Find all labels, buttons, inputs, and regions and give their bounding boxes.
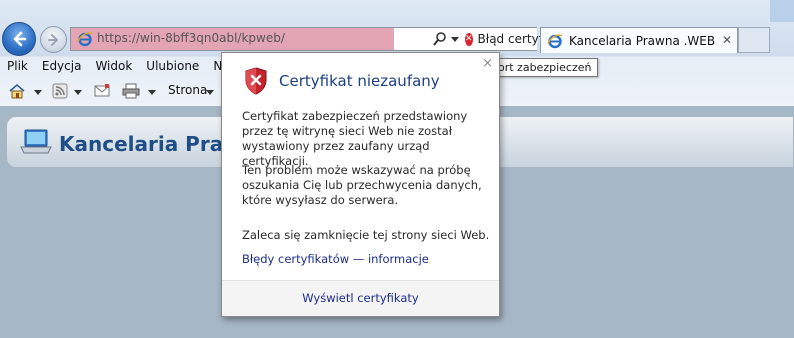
shield-error-icon [245, 67, 267, 95]
new-tab-button[interactable] [738, 27, 770, 53]
back-button[interactable] [2, 22, 36, 56]
menu-plik[interactable]: Plik [0, 57, 35, 75]
address-dropdown-icon[interactable] [451, 37, 459, 42]
ie-page-icon [547, 33, 563, 48]
search-icon[interactable] [433, 31, 447, 47]
tab-title: Kancelaria Prawna .WEB [569, 33, 716, 48]
popup-paragraph-1: Certyfikat zabezpieczeń przedstawiony pr… [242, 109, 468, 168]
forward-arrow-icon [47, 33, 58, 46]
address-url-text[interactable]: https://win-8bff3qn0abl/kpweb/ [97, 31, 285, 45]
print-icon[interactable] [122, 83, 140, 99]
tooltip-security-report: ort zabezpieczeń [489, 58, 599, 77]
rss-feed-icon[interactable] [52, 83, 68, 99]
laptop-icon [20, 129, 52, 154]
tab-kancelaria[interactable]: Kancelaria Prawna .WEB ✕ [540, 27, 738, 53]
print-dropdown-icon[interactable] [148, 90, 156, 95]
address-bar[interactable]: https://win-8bff3qn0abl/kpweb/ ✕ Błąd ce… [70, 27, 601, 51]
tab-close-icon[interactable]: ✕ [722, 33, 732, 47]
popup-paragraph-3: Zaleca się zamknięcie tej strony sieci W… [242, 228, 490, 242]
popup-paragraph-2: Ten problem może wskazywać na próbę oszu… [242, 163, 482, 207]
address-url-area[interactable]: https://win-8bff3qn0abl/kpweb/ [71, 28, 394, 50]
certificate-errors-info-link[interactable]: Błędy certyfikatów — informacje [242, 252, 429, 266]
mail-icon[interactable] [94, 83, 110, 99]
titlebar-edge [770, 0, 794, 22]
home-icon[interactable] [8, 83, 26, 99]
menu-edycja[interactable]: Edycja [35, 57, 89, 75]
forward-button[interactable] [40, 26, 67, 53]
back-arrow-icon [13, 31, 27, 47]
popup-close-icon[interactable]: × [482, 56, 493, 71]
rss-dropdown-icon[interactable] [74, 90, 82, 95]
menu-ulubione[interactable]: Ulubione [139, 57, 206, 75]
error-x-icon: ✕ [465, 32, 473, 46]
app-title: Kancelaria Praw [59, 132, 242, 156]
ie-logo-icon [77, 32, 93, 47]
popup-title: Certyfikat niezaufany [279, 72, 440, 90]
popup-footer: Wyświetl certyfikaty [222, 280, 499, 316]
page-dropdown-icon[interactable] [206, 90, 214, 95]
certificate-error-button[interactable]: ✕ Błąd certyfikatu [463, 28, 573, 50]
view-certificates-link[interactable]: Wyświetl certyfikaty [222, 291, 499, 305]
certificate-popup: × Certyfikat niezaufany Certyfikat zabez… [221, 52, 500, 317]
menu-widok[interactable]: Widok [88, 57, 139, 75]
page-menu-button[interactable]: Strona [168, 83, 207, 97]
home-dropdown-icon[interactable] [34, 90, 42, 95]
